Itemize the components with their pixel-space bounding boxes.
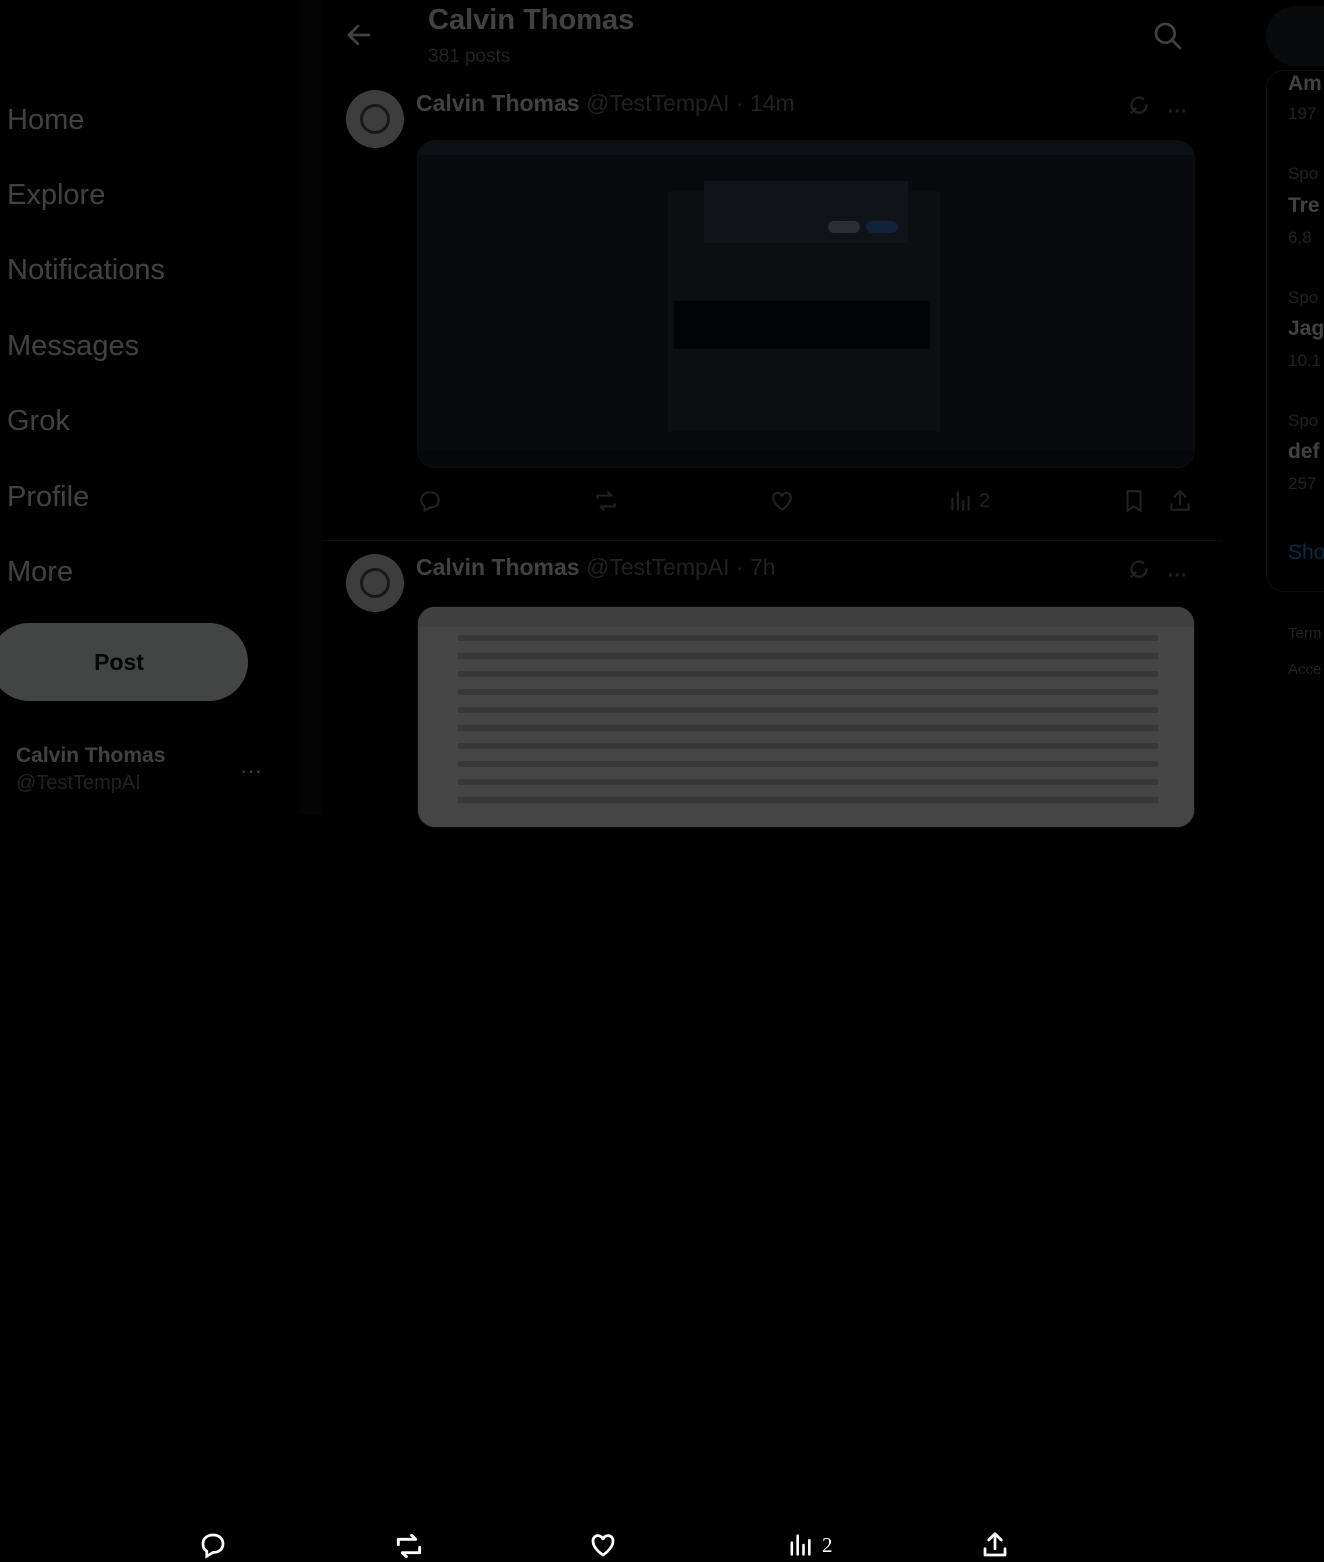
views-chart-icon xyxy=(951,491,970,511)
avatar[interactable] xyxy=(346,554,404,612)
heart-icon xyxy=(591,1534,615,1557)
tweet-media-screenshot[interactable] xyxy=(417,140,1195,468)
heart-icon xyxy=(772,491,792,511)
search-icon[interactable] xyxy=(1152,20,1184,52)
reply-icon xyxy=(201,1533,225,1559)
overlay-views-button[interactable]: 2 xyxy=(786,1530,833,1560)
overlay-share-button[interactable] xyxy=(980,1530,1010,1560)
nav-messages[interactable]: Messages xyxy=(7,330,139,363)
avatar[interactable] xyxy=(346,90,404,148)
trend-count: 10.1 xyxy=(1288,351,1322,370)
trend-count: 6,8 xyxy=(1288,228,1312,247)
tweet-author-handle[interactable]: @TestTempAI xyxy=(586,554,730,580)
left-sidebar: Home Explore Notifications Messages Grok… xyxy=(0,0,300,814)
bookmark-icon xyxy=(1126,490,1142,513)
like-button[interactable] xyxy=(769,488,795,514)
views-chart-icon xyxy=(790,1534,811,1556)
bookmark-button[interactable] xyxy=(1121,488,1147,514)
trend-title[interactable]: def xyxy=(1288,440,1320,464)
x-profile-page: Home Explore Notifications Messages Grok… xyxy=(0,0,1324,828)
overlay-repost-button[interactable] xyxy=(393,1530,425,1562)
post-button[interactable]: Post xyxy=(0,623,248,701)
tweet-top-icons: ··· xyxy=(1126,556,1188,588)
media-image xyxy=(418,141,1194,467)
search-box[interactable] xyxy=(1266,6,1324,66)
tweet-author-handle[interactable]: @TestTempAI xyxy=(586,90,730,116)
nav-home[interactable]: Home xyxy=(7,104,84,137)
right-sidebar: Am 197 Spo Tre 6,8 Spo Jag 10.1 Spo def … xyxy=(1222,0,1324,814)
repost-icon xyxy=(596,491,616,511)
tweet-time[interactable]: · 7h xyxy=(736,554,776,580)
share-icon xyxy=(1170,490,1190,511)
trend-count: 257 xyxy=(1288,474,1317,493)
nav-explore[interactable]: Explore xyxy=(7,179,105,212)
overlay-reply-button[interactable] xyxy=(198,1530,228,1560)
share-icon xyxy=(983,1532,1007,1557)
trend-title[interactable]: Tre xyxy=(1288,194,1320,218)
tweet[interactable]: Calvin Thomas @TestTempAI · 14m ··· 2 xyxy=(322,82,1222,541)
trend-title[interactable]: Jag xyxy=(1288,317,1324,341)
page-title: Calvin Thomas xyxy=(428,4,635,36)
overlay-views-count: 2 xyxy=(822,1532,833,1557)
tweet-time[interactable]: · 14m xyxy=(736,90,795,116)
reply-icon xyxy=(420,491,440,513)
footer-link-accessibility[interactable]: Acce xyxy=(1288,661,1321,678)
tweet-header: Calvin Thomas @TestTempAI · 14m xyxy=(416,90,795,117)
media-viewer-actions: 2 xyxy=(0,760,1324,1559)
more-icon[interactable]: ··· xyxy=(1168,101,1188,123)
nav-notifications[interactable]: Notifications xyxy=(7,254,165,287)
repost-icon xyxy=(396,1533,422,1559)
column-gutter xyxy=(300,0,322,814)
tweet-actions: 2 xyxy=(417,488,1193,518)
back-arrow-icon[interactable] xyxy=(344,20,374,50)
nav-grok[interactable]: Grok xyxy=(7,405,70,438)
trend-category: Spo xyxy=(1288,411,1319,430)
tweet-author-name[interactable]: Calvin Thomas xyxy=(416,90,580,116)
trend-count: 197 xyxy=(1288,104,1317,123)
trend-category: Spo xyxy=(1288,288,1319,307)
grok-icon[interactable] xyxy=(1126,556,1152,582)
footer-link-terms[interactable]: Term xyxy=(1288,625,1321,642)
nav-profile[interactable]: Profile xyxy=(7,481,89,514)
show-more-link[interactable]: Sho xyxy=(1288,541,1324,565)
post-count: 381 posts xyxy=(428,46,511,67)
views-button[interactable]: 2 xyxy=(947,488,990,514)
tweet-author-name[interactable]: Calvin Thomas xyxy=(416,554,580,580)
trend-title[interactable]: Am xyxy=(1288,72,1322,96)
trend-category: Spo xyxy=(1288,164,1319,183)
main-timeline: Calvin Thomas 381 posts Calvin Thomas @T… xyxy=(322,0,1223,828)
repost-button[interactable] xyxy=(593,488,619,514)
views-count: 2 xyxy=(979,489,991,512)
nav-more[interactable]: More xyxy=(7,556,73,589)
share-button[interactable] xyxy=(1167,488,1193,514)
tweet-top-icons: ··· xyxy=(1126,92,1188,124)
more-icon[interactable]: ··· xyxy=(1168,565,1188,587)
reply-button[interactable] xyxy=(417,488,443,514)
tweet-header: Calvin Thomas @TestTempAI · 7h xyxy=(416,554,776,581)
grok-icon[interactable] xyxy=(1126,92,1152,118)
profile-header: Calvin Thomas 381 posts xyxy=(322,0,1222,82)
overlay-like-button[interactable] xyxy=(588,1530,618,1560)
